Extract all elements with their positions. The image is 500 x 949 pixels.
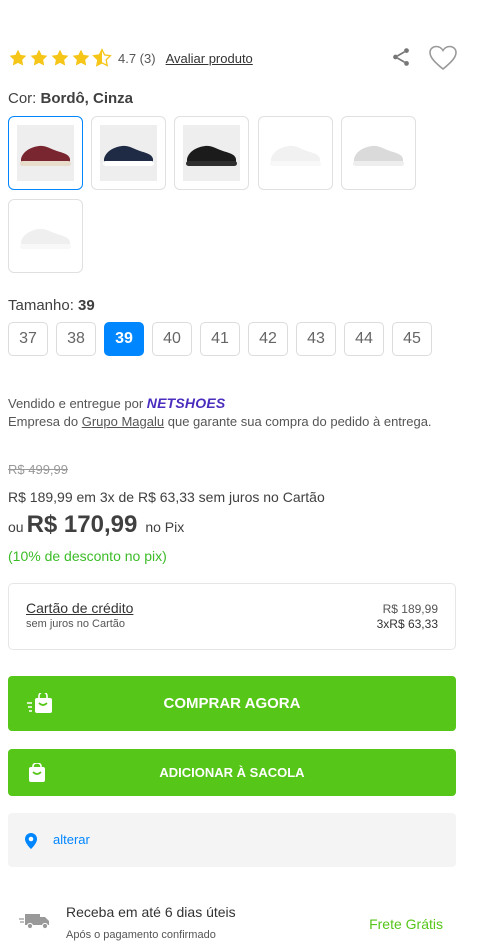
pix-price-row: ou R$ 170,99 no Pix: [8, 511, 184, 539]
star-icon: [72, 49, 90, 66]
company-prefix: Empresa do: [8, 414, 79, 429]
seller-prefix: Vendido e entregue por: [8, 396, 144, 411]
color-value: Bordô, Cinza: [40, 90, 134, 107]
seller-brand-logo[interactable]: NETSHOES: [147, 395, 226, 411]
size-option[interactable]: 38: [56, 322, 96, 356]
color-label-text: Cor:: [8, 90, 37, 107]
credit-card-installment: 3xR$ 63,33: [376, 617, 438, 631]
color-swatch-burgundy[interactable]: [8, 116, 83, 190]
fast-bag-icon: [27, 692, 52, 713]
star-icon: [9, 49, 27, 66]
or-label: ou: [8, 519, 24, 535]
size-option[interactable]: 45: [392, 322, 432, 356]
heart-icon[interactable]: [428, 44, 458, 72]
delivery-note: Após o pagamento confirmado: [66, 929, 216, 941]
bag-icon: [29, 762, 45, 782]
rate-product-link[interactable]: Avaliar produto: [166, 51, 253, 66]
sneaker-image: [103, 145, 154, 166]
add-to-bag-label: ADICIONAR À SACOLA: [159, 765, 305, 780]
size-option[interactable]: 43: [296, 322, 336, 356]
color-label: Cor: Bordô, Cinza: [8, 90, 133, 107]
sneaker-image: [353, 145, 404, 166]
add-to-bag-button[interactable]: ADICIONAR À SACOLA: [8, 749, 456, 796]
size-option[interactable]: 41: [200, 322, 240, 356]
star-icon: [30, 49, 48, 66]
delivery-estimate: Receba em até 6 dias úteis: [66, 904, 236, 920]
size-options: 37 38 39 40 41 42 43 44 45: [8, 322, 432, 356]
rating-stars: [8, 48, 112, 68]
pix-price: R$ 170,99: [26, 511, 138, 538]
sneaker-image: [20, 228, 71, 249]
color-swatch-white[interactable]: [258, 116, 333, 190]
size-option[interactable]: 37: [8, 322, 48, 356]
company-info: Empresa do Grupo Magalu que garante sua …: [8, 414, 448, 430]
free-shipping-label: Frete Grátis: [369, 916, 443, 932]
pix-discount: (10% de desconto no pix): [8, 548, 167, 564]
buy-now-label: COMPRAR AGORA: [163, 695, 301, 712]
credit-card-total: R$ 189,99: [382, 602, 438, 616]
old-price: R$ 499,99: [8, 462, 68, 477]
size-label-text: Tamanho:: [8, 297, 74, 314]
installments-text: R$ 189,99 em 3x de R$ 63,33 sem juros no…: [8, 489, 325, 505]
rating-value: 4.7 (3): [118, 50, 156, 66]
pix-label: no Pix: [145, 519, 185, 535]
sneaker-image: [186, 145, 237, 166]
size-option-selected[interactable]: 39: [104, 322, 144, 356]
credit-card-box[interactable]: Cartão de crédito sem juros no Cartão R$…: [8, 583, 456, 650]
sneaker-image: [270, 145, 321, 166]
credit-card-subtitle: sem juros no Cartão: [26, 618, 126, 630]
share-icon[interactable]: [390, 45, 412, 69]
credit-card-title[interactable]: Cartão de crédito: [26, 600, 133, 616]
seller-info: Vendido e entregue por NETSHOES: [8, 395, 225, 411]
company-link[interactable]: Grupo Magalu: [82, 414, 164, 429]
shipping-info: Receba em até 6 dias úteis Após o pagame…: [8, 900, 456, 945]
color-swatch-white-2[interactable]: [8, 199, 83, 273]
color-swatch-gray[interactable]: [341, 116, 416, 190]
sneaker-image: [20, 145, 71, 166]
rating-row: 4.7 (3) Avaliar produto: [8, 44, 458, 72]
color-swatch-navy[interactable]: [91, 116, 166, 190]
buy-now-button[interactable]: COMPRAR AGORA: [8, 676, 456, 731]
size-label: Tamanho: 39: [8, 297, 95, 314]
size-option[interactable]: 40: [152, 322, 192, 356]
size-value: 39: [78, 297, 95, 314]
location-pin-icon: [25, 833, 37, 849]
change-location-link[interactable]: alterar: [53, 832, 90, 847]
color-swatch-black[interactable]: [174, 116, 249, 190]
company-suffix: que garante sua compra do pedido à entre…: [167, 414, 432, 429]
size-option[interactable]: 42: [248, 322, 288, 356]
location-box: alterar: [8, 813, 456, 867]
half-star-icon: [92, 48, 112, 67]
truck-icon: [19, 914, 49, 930]
star-icon: [51, 49, 69, 66]
size-option[interactable]: 44: [344, 322, 384, 356]
